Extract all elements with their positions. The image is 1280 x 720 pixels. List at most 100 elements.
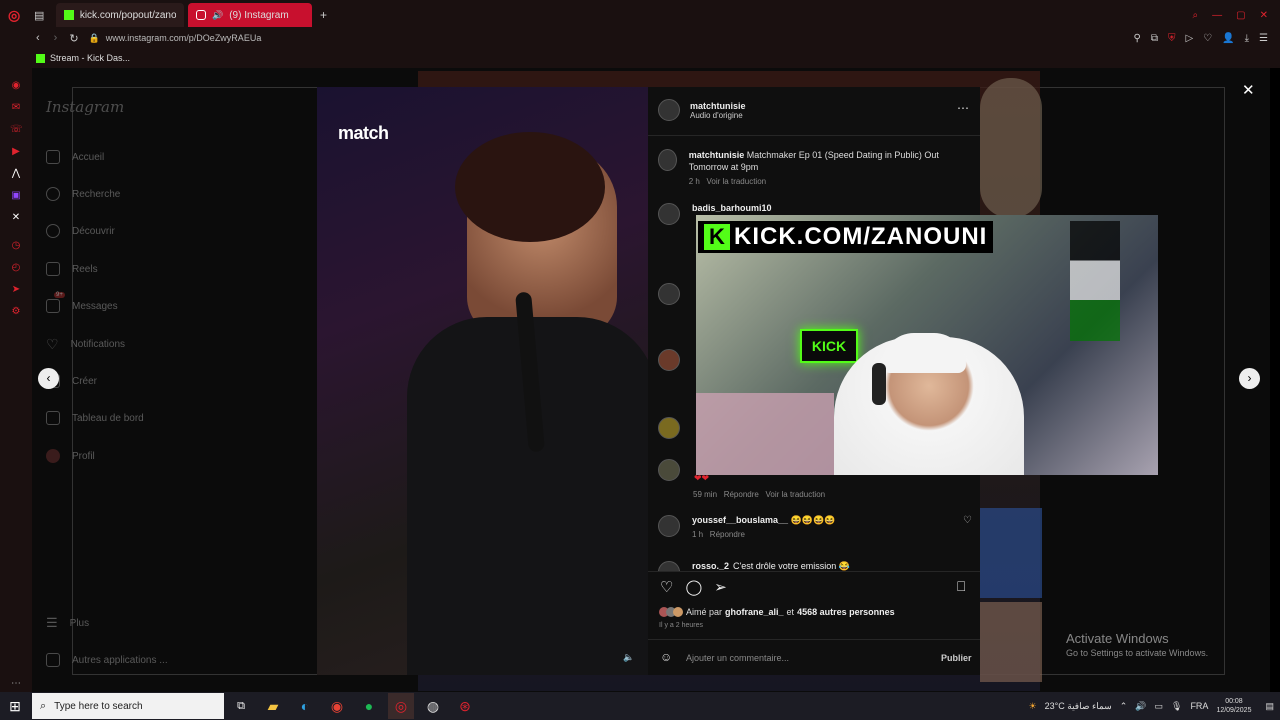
new-tab-button[interactable]: + — [320, 8, 327, 22]
reply-link[interactable]: Répondre — [710, 530, 745, 539]
more-options-icon[interactable]: ⋯ — [957, 101, 969, 115]
opera-icon[interactable]: ◎ — [388, 693, 414, 719]
translate-link[interactable]: Voir la traduction — [766, 490, 826, 499]
bookmark-stream[interactable]: Stream - Kick Das... — [50, 53, 130, 63]
windows-start-icon[interactable]: ⊞ — [2, 693, 28, 719]
nav-home[interactable]: Accueil — [46, 150, 104, 164]
messenger-icon[interactable]: ✉ — [10, 102, 22, 114]
instagram-logo[interactable]: Instagram — [46, 98, 124, 116]
notifications-icon[interactable]: ▤ — [1265, 701, 1274, 712]
comment-avatar[interactable] — [658, 203, 680, 225]
publish-button[interactable]: Publier — [941, 653, 972, 663]
nav-notifications[interactable]: ♡ Notifications — [46, 336, 125, 353]
comment-avatar[interactable] — [658, 561, 680, 571]
comment-avatar[interactable] — [658, 349, 680, 371]
youtube-icon[interactable]: ▶ — [10, 146, 22, 158]
more-icon[interactable]: ⋯ — [10, 678, 22, 690]
weather-text[interactable]: 23°C سماء صافية — [1045, 701, 1112, 712]
send-icon[interactable]: ➤ — [10, 284, 22, 296]
nav-explore[interactable]: Découvrir — [46, 224, 115, 238]
account-icon[interactable]: 👤 — [1222, 33, 1234, 44]
comment-avatar[interactable] — [658, 283, 680, 305]
file-explorer-icon[interactable]: ▰ — [260, 693, 286, 719]
bookmarks-bar: Stream - Kick Das... — [0, 48, 1280, 68]
pin-icon[interactable]: ⚲ — [1134, 33, 1141, 44]
comment-input[interactable]: Ajouter un commentaire... — [686, 653, 789, 663]
edge-icon[interactable]: ◐ — [292, 693, 318, 719]
tray-chevron-icon[interactable]: ⌃ — [1120, 701, 1128, 712]
nav-search[interactable]: Recherche — [46, 187, 120, 201]
author-username[interactable]: matchtunisie — [690, 101, 746, 111]
caption-username[interactable]: matchtunisie — [689, 150, 745, 160]
mute-icon[interactable]: 🔈 — [623, 652, 634, 663]
tab-instagram[interactable]: 🔊 (9) Instagram — [188, 3, 312, 27]
likes-user[interactable]: ghofrane_ali_ — [725, 607, 784, 617]
like-comment-icon[interactable]: ♡ — [963, 515, 972, 539]
network-icon[interactable]: ▭ — [1154, 701, 1163, 712]
heart-bookmark-icon[interactable]: ♡ — [1203, 33, 1212, 44]
comment-icon[interactable]: ◯ — [685, 578, 702, 596]
comment-avatar[interactable] — [658, 515, 680, 537]
nav-more[interactable]: ☰ Plus — [46, 615, 89, 631]
forward-icon[interactable]: › — [54, 32, 58, 44]
maximize-button[interactable]: ▢ — [1236, 10, 1245, 21]
task-view-icon[interactable]: ⧉ — [228, 693, 254, 719]
comment-username[interactable]: rosso._2 — [692, 561, 729, 571]
save-icon[interactable]: ⎕ — [957, 578, 965, 595]
opera-gx-icon[interactable]: ⊛ — [452, 693, 478, 719]
caption-translate[interactable]: Voir la traduction — [707, 177, 767, 186]
menu-icon[interactable]: ☰ — [1259, 33, 1268, 44]
nav-home-label: Accueil — [72, 151, 105, 163]
emoji-icon[interactable]: ☺ — [660, 650, 672, 664]
tab-kick[interactable]: kick.com/popout/zanouni — [56, 3, 184, 27]
download-icon[interactable]: ⤓ — [1245, 33, 1249, 44]
taskbar-search[interactable]: ⌕ Type here to search — [32, 693, 224, 719]
comment-username[interactable]: youssef__bouslama__ — [692, 515, 788, 525]
play-icon[interactable]: ▷ — [1185, 33, 1193, 44]
next-post-button[interactable]: › — [1239, 368, 1260, 389]
search-tabs-icon[interactable]: ⌕ — [1193, 10, 1199, 21]
volume-icon[interactable]: 🔊 — [1135, 701, 1146, 712]
snapshot-icon[interactable]: ⧉ — [1151, 33, 1158, 44]
reply-link[interactable]: Répondre — [724, 490, 759, 499]
arrow-icon[interactable]: ⋀ — [10, 168, 22, 180]
settings-icon[interactable]: ⚙ — [10, 306, 22, 318]
minimize-button[interactable]: — — [1212, 10, 1222, 21]
prev-post-button[interactable]: ‹ — [38, 368, 59, 389]
nav-reels[interactable]: Reels — [46, 262, 98, 276]
twitch-icon[interactable]: ▣ — [10, 190, 22, 202]
x-icon[interactable]: ✕ — [10, 212, 22, 224]
post-media[interactable]: match 🔈 — [317, 87, 648, 675]
nav-other-apps[interactable]: Autres applications ... — [46, 653, 168, 667]
nav-messages[interactable]: 9+ Messages — [46, 292, 118, 313]
back-icon[interactable]: ‹ — [36, 32, 40, 44]
clock[interactable]: 00:08 12/09/2025 — [1216, 697, 1251, 715]
aria-icon[interactable]: ◉ — [10, 80, 22, 92]
workspaces-icon[interactable]: ▤ — [34, 9, 52, 22]
shield-icon[interactable]: ⛨ — [1168, 33, 1176, 44]
history-icon[interactable]: ◷ — [10, 240, 22, 252]
nav-profile[interactable]: Profil — [46, 449, 95, 463]
comment-avatar[interactable] — [658, 459, 680, 481]
activate-windows-title: Activate Windows — [1066, 631, 1169, 646]
like-icon[interactable]: ♡ — [660, 578, 673, 596]
language-indicator[interactable]: FRA — [1190, 701, 1208, 711]
caption-avatar[interactable] — [658, 149, 677, 171]
reload-icon[interactable]: ↻ — [69, 32, 78, 45]
chrome-icon[interactable]: ◉ — [324, 693, 350, 719]
clock-icon[interactable]: ◴ — [10, 262, 22, 274]
close-icon[interactable]: ✕ — [1242, 81, 1255, 99]
close-window-button[interactable]: ✕ — [1260, 10, 1268, 21]
app-icon[interactable]: ◍ — [420, 693, 446, 719]
url-field[interactable]: www.instagram.com/p/DOeZwyRAEUa — [106, 33, 262, 43]
opera-logo-icon[interactable]: ◎ — [8, 7, 26, 24]
whatsapp-icon[interactable]: ☏ — [10, 124, 23, 136]
mic-icon[interactable]: 🎙 — [1171, 701, 1182, 712]
likes-count[interactable]: 4568 autres personnes — [797, 607, 895, 617]
author-avatar[interactable] — [658, 99, 680, 121]
audio-label[interactable]: Audio d'origine — [690, 111, 746, 120]
share-icon[interactable]: ➢ — [714, 578, 727, 596]
comment-avatar[interactable] — [658, 417, 680, 439]
nav-dashboard[interactable]: Tableau de bord — [46, 411, 144, 425]
spotify-icon[interactable]: ● — [356, 693, 382, 719]
